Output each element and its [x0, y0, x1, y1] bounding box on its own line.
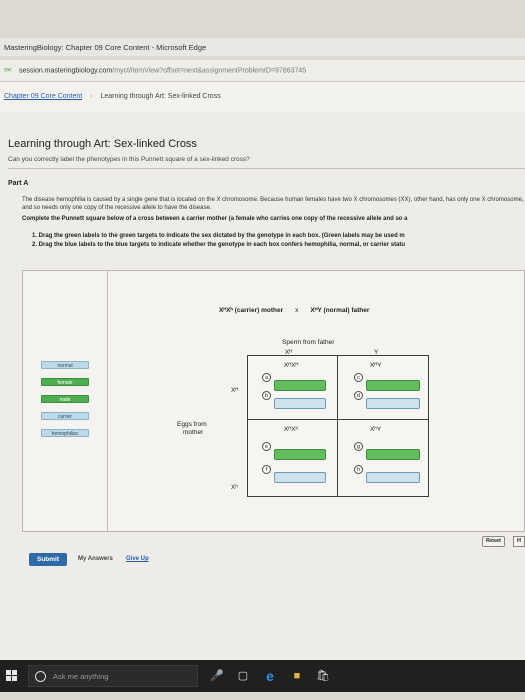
label-carrier[interactable]: carrier: [41, 412, 89, 420]
cross-header: XᴴXʰ (carrier) mother x XᴴY (normal) fathe…: [219, 307, 369, 314]
step-2: 2. Drag the blue labels to the blue targ…: [32, 241, 406, 248]
submit-button[interactable]: Submit: [29, 553, 67, 566]
reset-button[interactable]: Reset: [482, 536, 505, 547]
sperm-label: Sperm from father: [282, 339, 335, 346]
label-male[interactable]: male: [41, 395, 89, 403]
lock-icon: ⎃: [4, 66, 12, 76]
file-explorer-icon[interactable]: ■: [290, 667, 304, 685]
cell-genotype: XᴴY: [370, 362, 382, 369]
father-genotype: XᴴY (normal) father: [310, 307, 370, 314]
target-badge-c: c: [354, 373, 363, 382]
label-bank: normal female male carrier hemophiliac: [41, 361, 89, 446]
target-badge-d: d: [354, 391, 363, 400]
divider: [8, 168, 525, 169]
green-target-e[interactable]: [274, 449, 326, 460]
cell-genotype: XʰY: [370, 426, 382, 433]
microphone-icon[interactable]: 🎤: [210, 667, 224, 685]
green-target-g[interactable]: [366, 449, 420, 460]
breadcrumb-chapter-link[interactable]: Chapter 09 Core Content: [4, 93, 82, 100]
target-badge-e: e: [262, 442, 271, 451]
breadcrumb: Chapter 09 Core Content › Learning throu…: [0, 82, 525, 112]
help-button[interactable]: H: [513, 536, 525, 547]
green-target-a[interactable]: [274, 380, 326, 391]
window-title: MasteringBiology: Chapter 09 Core Conten…: [0, 38, 525, 56]
instruction-text: Complete the Punnett square below of a c…: [22, 216, 408, 222]
mother-gamete-xl: Xʰ: [231, 484, 238, 491]
store-icon[interactable]: 🛍: [316, 667, 330, 685]
label-normal[interactable]: normal: [41, 361, 89, 369]
cell-genotype: XᴴXᴴ: [284, 362, 299, 369]
address-bar[interactable]: ⎃ session.masteringbiology.com/myct/itemV…: [0, 60, 525, 82]
chevron-right-icon: ›: [90, 93, 93, 100]
edge-browser-icon[interactable]: e: [262, 667, 278, 685]
address-host: session.masteringbiology.com: [19, 67, 113, 75]
blue-target-h[interactable]: [366, 472, 420, 483]
my-answers-label: My Answers: [78, 556, 113, 562]
search-placeholder: Ask me anything: [53, 672, 109, 681]
cross-times: x: [295, 307, 299, 314]
step-1: 1. Drag the green labels to the green ta…: [32, 233, 405, 239]
blue-target-f[interactable]: [274, 472, 326, 483]
green-target-c[interactable]: [366, 380, 420, 391]
punnett-cell-4: XʰY g h: [337, 419, 429, 497]
steps-list: 1. Drag the green labels to the green ta…: [32, 232, 525, 249]
mother-genotype: XᴴXʰ (carrier) mother: [219, 307, 284, 314]
punnett-cell-3: XᴴXʰ e f: [247, 419, 337, 497]
give-up-link[interactable]: Give Up: [126, 556, 149, 562]
drag-drop-workarea: XᴴXʰ (carrier) mother x XᴴY (normal) fathe…: [22, 270, 525, 532]
cortana-search-box[interactable]: Ask me anything: [28, 665, 198, 687]
page-subtitle: Can you correctly label the phenotypes i…: [8, 156, 250, 163]
label-hemophiliac[interactable]: hemophiliac: [41, 429, 89, 437]
task-view-icon[interactable]: ▢: [236, 667, 250, 685]
windows-start-icon[interactable]: [6, 670, 18, 682]
label-female[interactable]: female: [41, 378, 89, 386]
target-badge-g: g: [354, 442, 363, 451]
blue-target-d[interactable]: [366, 398, 420, 409]
cortana-icon: [35, 671, 46, 682]
target-badge-h: h: [354, 465, 363, 474]
breadcrumb-current: Learning through Art: Sex-linked Cross: [100, 93, 221, 100]
eggs-label: Eggs from mother: [177, 421, 207, 437]
target-badge-f: f: [262, 465, 271, 474]
label-panel-divider: [107, 271, 108, 531]
target-badge-a: a: [262, 373, 271, 382]
eggs-label-line2: mother: [183, 429, 204, 436]
eggs-label-line1: Eggs from: [177, 421, 207, 428]
mother-gamete-xh: Xᴴ: [231, 387, 239, 394]
intro-text: The disease hemophilia is caused by a si…: [22, 197, 524, 211]
blue-target-b[interactable]: [274, 398, 326, 409]
address-path: /myct/itemView?offset=next&assignmentPro…: [112, 67, 307, 75]
punnett-cell-2: XᴴY c d: [337, 355, 429, 419]
target-badge-b: b: [262, 391, 271, 400]
punnett-cell-1: XᴴXᴴ a b: [247, 355, 337, 419]
part-heading: Part A: [8, 180, 29, 187]
page-title: Learning through Art: Sex-linked Cross: [8, 138, 197, 150]
taskbar: Ask me anything 🎤 ▢ e ■ 🛍: [0, 660, 525, 692]
cell-genotype: XᴴXʰ: [284, 426, 298, 433]
